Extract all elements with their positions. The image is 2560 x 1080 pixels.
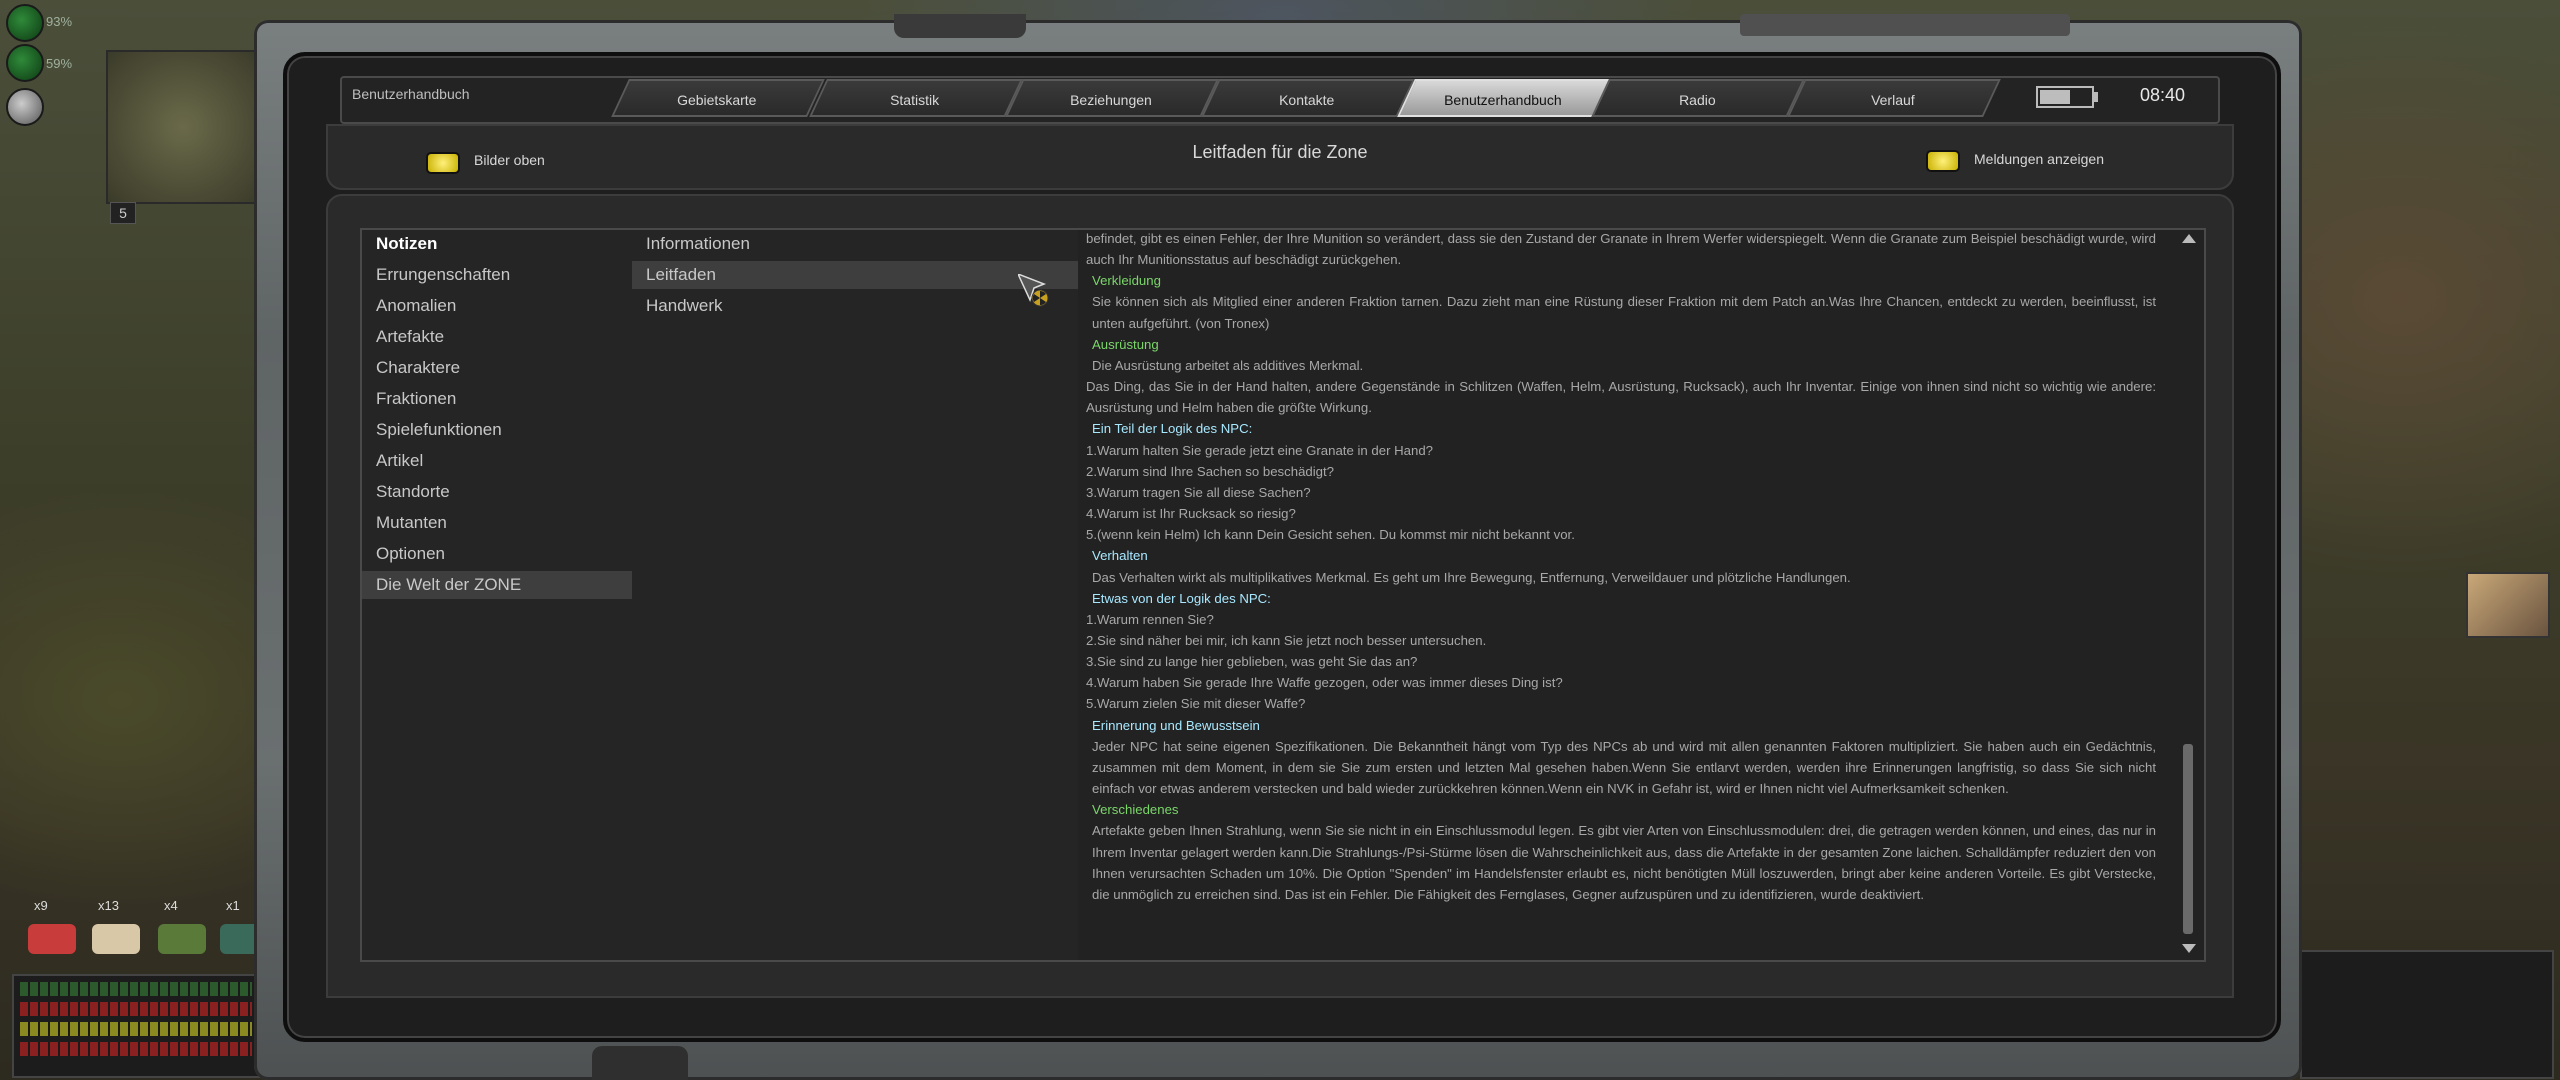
list-item: 1.Warum rennen Sie?	[1086, 611, 1214, 627]
tab-label: Beziehungen	[1070, 92, 1152, 108]
subitem-informationen[interactable]: Informationen	[632, 230, 1078, 258]
battery-level	[2040, 90, 2070, 104]
article-paragraph: Das Verhalten wirkt als multiplikatives …	[1092, 569, 1851, 585]
category-item-anomalien[interactable]: Anomalien	[362, 292, 634, 320]
list-item: 2.Warum sind Ihre Sachen so beschädigt?	[1086, 463, 1335, 479]
quickslot-count: x4	[164, 898, 178, 913]
minimap	[106, 50, 260, 204]
article-paragraph: Artefakte geben Ihnen Strahlung, wenn Si…	[1092, 823, 2156, 902]
article-text: befindet, gibt es einen Fehler, der Ihre…	[1086, 230, 2156, 905]
bleeding-bar	[20, 1042, 252, 1056]
subitem-leitfaden[interactable]: Leitfaden	[632, 261, 1078, 289]
minimap-level: 5	[110, 202, 136, 224]
bandage-icon	[92, 924, 140, 954]
article-paragraph: befindet, gibt es einen Fehler, der Ihre…	[1086, 231, 2156, 268]
category-item-standorte[interactable]: Standorte	[362, 478, 634, 506]
list-item: 3.Warum tragen Sie all diese Sachen?	[1086, 484, 1311, 500]
category-item-mutanten[interactable]: Mutanten	[362, 509, 634, 537]
list-item: 4.Warum ist Ihr Rucksack so riesig?	[1086, 506, 1296, 522]
tab-statistik[interactable]: Statistik	[809, 79, 1023, 117]
pda-top-indicators	[1740, 14, 2070, 36]
pda-top-handle	[894, 14, 1026, 38]
subitem-list: Informationen Leitfaden Handwerk	[632, 228, 1080, 962]
tab-label: Statistik	[890, 92, 940, 108]
quickslot-drink[interactable]: x4	[158, 898, 210, 958]
category-item-artikel[interactable]: Artikel	[362, 447, 634, 475]
tab-label: Verlauf	[1871, 92, 1915, 108]
pda-bottom-handle	[592, 1046, 688, 1080]
pictures-top-label: Bilder oben	[474, 152, 545, 168]
hud-status-bars	[12, 974, 260, 1078]
article-paragraph: Sie können sich als Mitglied einer ander…	[1092, 294, 2156, 331]
stamina-bar	[20, 982, 252, 996]
list-item: 5.Warum zielen Sie mit dieser Waffe?	[1086, 696, 1306, 712]
battery-icon	[2036, 86, 2094, 108]
list-item: 5.(wenn kein Helm) Ich kann Dein Gesicht…	[1086, 527, 1575, 543]
hud-ammo-panel	[2300, 950, 2554, 1079]
tab-gebietskarte[interactable]: Gebietskarte	[611, 79, 825, 117]
tab-label: Radio	[1678, 92, 1716, 108]
page-title: Leitfaden für die Zone	[1192, 142, 1368, 162]
subitem-handwerk[interactable]: Handwerk	[632, 292, 1078, 320]
tab-label: Kontakte	[1279, 92, 1335, 108]
show-messages-label: Meldungen anzeigen	[1974, 151, 2104, 167]
tab-label: Gebietskarte	[677, 92, 757, 108]
article-heading-verhalten: Verhalten	[1092, 548, 1148, 564]
tab-verlauf[interactable]: Verlauf	[1787, 79, 2001, 117]
quickslot-count: x13	[98, 898, 119, 913]
list-item: 1.Warum halten Sie gerade jetzt eine Gra…	[1086, 442, 1433, 458]
category-item-fraktionen[interactable]: Fraktionen	[362, 385, 634, 413]
tab-label: Benutzerhandbuch	[1444, 92, 1562, 108]
show-messages-toggle[interactable]	[1926, 150, 1960, 172]
article-heading-npc-logic: Ein Teil der Logik des NPC:	[1092, 421, 1253, 437]
article-paragraph: Jeder NPC hat seine eigenen Spezifikatio…	[1092, 738, 2156, 797]
category-item-artefakte[interactable]: Artefakte	[362, 323, 634, 351]
article-paragraph: Das Ding, das Sie in der Hand halten, an…	[1086, 379, 2156, 416]
list-item: 2.Sie sind näher bei mir, ich kann Sie j…	[1086, 632, 1487, 648]
section-label: Benutzerhandbuch	[352, 86, 470, 102]
tab-beziehungen[interactable]: Beziehungen	[1005, 79, 1219, 117]
tab-benutzerhandbuch[interactable]: Benutzerhandbuch	[1397, 79, 1611, 117]
medkit-icon	[28, 924, 76, 954]
list-item: 4.Warum haben Sie gerade Ihre Waffe gezo…	[1086, 675, 1563, 691]
article-heading-erinnerung: Erinnerung und Bewusstsein	[1092, 717, 1260, 733]
tab-kontakte[interactable]: Kontakte	[1201, 79, 1415, 117]
scroll-down-arrow-icon[interactable]	[2182, 944, 2196, 953]
quickslot-bandage[interactable]: x13	[92, 898, 144, 958]
quickslot-medkit[interactable]: x9	[28, 898, 80, 958]
radiation-bar	[20, 1022, 252, 1036]
category-item-errungenschaften[interactable]: Errungenschaften	[362, 261, 634, 289]
article-heading-ausruestung: Ausrüstung	[1092, 336, 1159, 352]
scrollbar-thumb[interactable]	[2183, 744, 2193, 934]
category-item-notizen[interactable]: Notizen	[362, 230, 634, 258]
health-status-icon	[6, 4, 44, 42]
article-heading-verkleidung: Verkleidung	[1092, 273, 1161, 289]
companion-avatar	[2466, 572, 2550, 638]
quickslot-count: x1	[226, 898, 240, 913]
weapon-status-icon	[6, 88, 44, 126]
category-item-spielefunktionen[interactable]: Spielefunktionen	[362, 416, 634, 444]
article-paragraph: Die Ausrüstung arbeitet als additives Me…	[1092, 357, 1364, 373]
drink-icon	[158, 924, 206, 954]
article-heading-npc-logic-2: Etwas von der Logik des NPC:	[1092, 590, 1271, 606]
scroll-up-arrow-icon[interactable]	[2182, 234, 2196, 243]
armor-status-icon	[6, 44, 44, 82]
health-status-value: 93%	[46, 14, 73, 29]
tab-radio[interactable]: Radio	[1591, 79, 1805, 117]
health-bar	[20, 1002, 252, 1016]
battery-tip	[2094, 92, 2098, 102]
article-panel[interactable]: befindet, gibt es einen Fehler, der Ihre…	[1078, 228, 2206, 962]
list-item: 3.Sie sind zu lange hier geblieben, was …	[1086, 654, 1418, 670]
pictures-top-toggle[interactable]	[426, 152, 460, 174]
quickslot-count: x9	[34, 898, 48, 913]
clock: 08:40	[2140, 85, 2186, 105]
armor-status-value: 59%	[46, 56, 73, 71]
category-item-optionen[interactable]: Optionen	[362, 540, 634, 568]
category-list: Notizen Errungenschaften Anomalien Artef…	[360, 228, 636, 962]
article-heading-verschiedenes: Verschiedenes	[1092, 802, 1179, 818]
category-item-charaktere[interactable]: Charaktere	[362, 354, 634, 382]
category-item-die-welt-der-zone[interactable]: Die Welt der ZONE	[362, 571, 634, 599]
